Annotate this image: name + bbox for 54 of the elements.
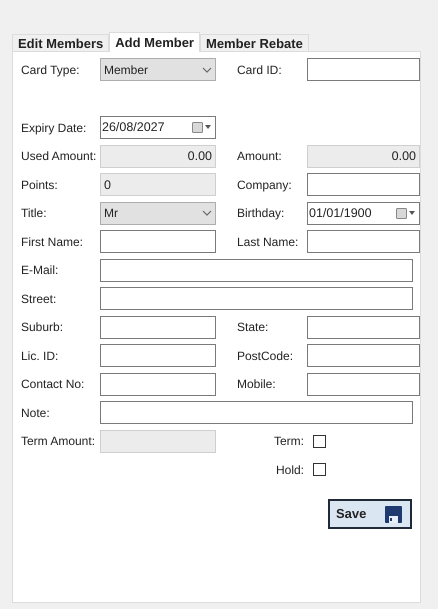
input-field[interactable]: [307, 344, 420, 367]
input-field[interactable]: [100, 287, 413, 310]
date-picker[interactable]: 26/08/2027: [100, 116, 216, 139]
checkbox[interactable]: [313, 434, 326, 448]
field-label: Term:: [273, 433, 305, 450]
input-field[interactable]: [100, 230, 216, 253]
save-button[interactable]: Save: [328, 499, 412, 529]
input-field[interactable]: [100, 372, 216, 396]
field-label: Card Type:: [21, 62, 80, 78]
field-label: Street:: [21, 290, 58, 308]
field-label: Contact No:: [21, 376, 86, 393]
field-label: Points:: [21, 176, 59, 194]
dropdown-value: Mr: [104, 205, 118, 222]
field-label: PostCode:: [237, 348, 294, 364]
field-label: Title:: [21, 205, 48, 222]
field-label: Company:: [237, 176, 293, 194]
input-field[interactable]: [307, 58, 420, 81]
field-label: Last Name:: [237, 234, 300, 250]
field-label: Term Amount:: [21, 433, 96, 450]
checkbox[interactable]: [313, 463, 326, 476]
field-label: Mobile:: [237, 376, 277, 393]
field-label: Suburb:: [21, 319, 64, 336]
input-field[interactable]: [100, 401, 413, 424]
dropdown[interactable]: Mr: [100, 202, 216, 224]
field-label: Amount:: [237, 148, 283, 165]
dropdown[interactable]: Member: [100, 58, 216, 81]
tab[interactable]: Member Rebate: [200, 34, 309, 51]
date-picker[interactable]: 01/01/1900: [307, 202, 420, 224]
field-label: Expiry Date:: [21, 120, 88, 136]
field-label: State:: [237, 319, 270, 336]
chevron-down-icon[interactable]: [202, 210, 212, 216]
input-field[interactable]: [307, 316, 420, 338]
tab[interactable]: Edit Members: [12, 34, 110, 51]
input-field[interactable]: [307, 372, 420, 396]
tab[interactable]: Add Member: [109, 32, 200, 52]
date-value: 01/01/1900: [309, 204, 372, 222]
field-label: Used Amount:: [21, 148, 98, 165]
input-field[interactable]: [100, 258, 413, 282]
calendar-dropdown-icon[interactable]: [396, 208, 415, 218]
field-label: Lic. ID:: [21, 348, 60, 364]
calendar-dropdown-icon[interactable]: [192, 122, 211, 133]
input-field[interactable]: [100, 344, 216, 367]
field-label: First Name:: [21, 234, 84, 250]
chevron-down-icon[interactable]: [202, 66, 212, 72]
input-field[interactable]: [307, 173, 420, 196]
dropdown-value: Member: [104, 62, 148, 78]
field-label: Birthday:: [237, 205, 286, 222]
input-field[interactable]: [100, 316, 216, 338]
field-label: E-Mail:: [21, 262, 60, 279]
field-label: Card ID:: [237, 62, 283, 78]
input-field[interactable]: [307, 230, 420, 253]
date-value: 26/08/2027: [102, 119, 165, 136]
field-label: Hold:: [274, 462, 305, 478]
field-label: Note:: [21, 404, 51, 422]
